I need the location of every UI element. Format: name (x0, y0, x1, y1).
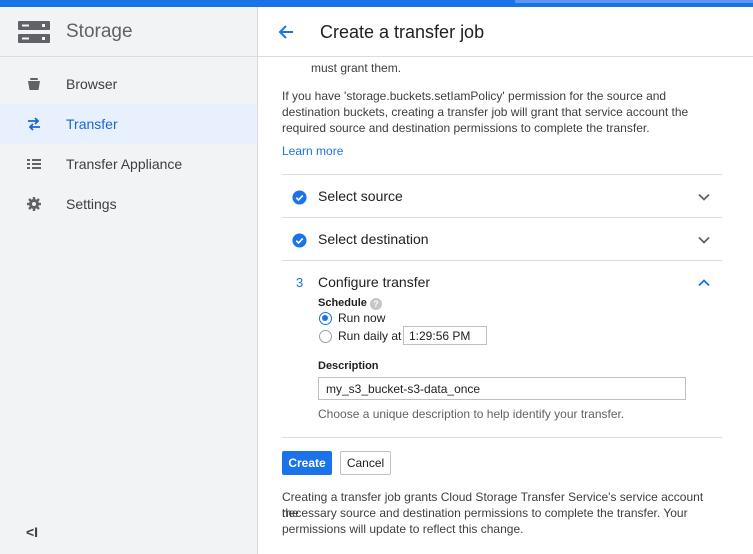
run-now-radio[interactable] (319, 312, 332, 325)
footer-line-2: necessary source and destination permiss… (282, 506, 688, 520)
collapse-sidebar-button[interactable]: <I (26, 524, 38, 540)
run-daily-label: Run daily at (338, 329, 402, 343)
description-hint: Choose a unique description to help iden… (318, 407, 625, 421)
transfer-arrows-icon (28, 117, 40, 131)
main-panel: Create a transfer job must grant them. I… (258, 7, 753, 554)
intro-cut-line: must grant them. (311, 61, 402, 75)
description-input[interactable] (318, 377, 686, 400)
sidebar-item-settings[interactable]: Settings (0, 184, 257, 224)
sidebar-item-label: Transfer (66, 116, 118, 132)
chevron-up-icon[interactable] (696, 275, 712, 291)
description-label: Description (318, 360, 379, 372)
step-configure-transfer: 3 Configure transfer Schedule ? Run now … (282, 260, 722, 437)
sidebar-item-browser[interactable]: Browser (0, 64, 257, 104)
storage-logo-icon (18, 21, 50, 43)
top-app-bar (0, 0, 753, 7)
footer-line-3: permissions will update to reflect this … (282, 522, 524, 536)
run-now-label: Run now (338, 311, 386, 325)
help-icon[interactable]: ? (370, 298, 382, 310)
sidebar-item-transfer-appliance[interactable]: Transfer Appliance (0, 144, 257, 184)
chevron-down-icon[interactable] (696, 189, 712, 205)
sidebar-item-transfer[interactable]: Transfer (0, 104, 257, 144)
step-select-source[interactable]: Select source (282, 174, 722, 217)
search-bar-edge[interactable] (515, 0, 753, 3)
list-icon (27, 159, 41, 169)
page-title: Create a transfer job (320, 22, 485, 42)
bucket-icon (28, 78, 40, 90)
sidebar: Storage Browser Transfer Transfer Applia… (0, 7, 258, 554)
gear-icon (27, 197, 41, 211)
cancel-button[interactable]: Cancel (340, 451, 391, 475)
create-button[interactable]: Create (282, 451, 332, 475)
step-number: 3 (296, 275, 304, 290)
step-label: Select destination (318, 231, 429, 247)
page-header: Create a transfer job (258, 7, 753, 57)
sidebar-header: Storage (0, 7, 258, 57)
run-daily-time-input[interactable] (403, 326, 487, 345)
step-label: Configure transfer (318, 274, 431, 290)
sidebar-item-label: Transfer Appliance (66, 156, 183, 172)
check-circle-icon (292, 190, 307, 205)
schedule-label: Schedule (318, 297, 367, 309)
learn-more-link[interactable]: Learn more (282, 144, 343, 158)
run-daily-radio[interactable] (319, 330, 332, 343)
intro-line-2: destination buckets, creating a transfer… (282, 105, 689, 119)
back-arrow-icon[interactable] (276, 22, 296, 42)
chevron-down-icon[interactable] (696, 232, 712, 248)
sidebar-item-label: Settings (66, 196, 117, 212)
intro-line-3: required source and destination permissi… (282, 121, 650, 135)
step-label: Select source (318, 188, 403, 204)
sidebar-item-label: Browser (66, 76, 118, 92)
step-select-destination[interactable]: Select destination (282, 217, 722, 260)
product-title: Storage (66, 21, 133, 42)
divider (282, 437, 722, 438)
intro-line-1: If you have 'storage.buckets.setIamPolic… (282, 89, 667, 103)
check-circle-icon (292, 233, 307, 248)
